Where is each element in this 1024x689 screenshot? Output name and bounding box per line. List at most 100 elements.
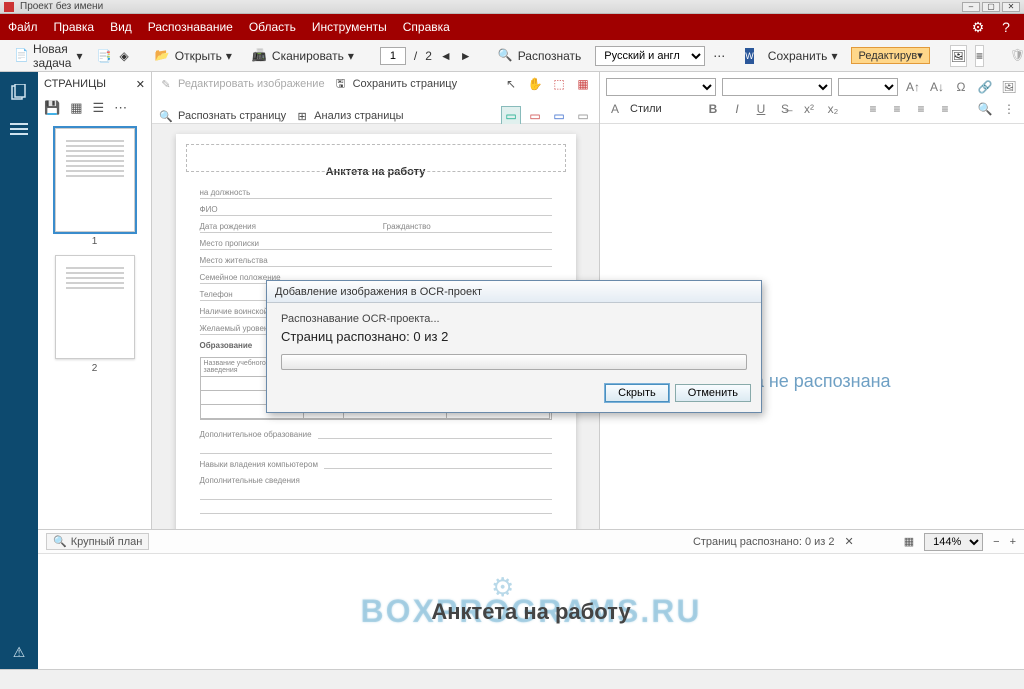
main-toolbar: 📄Новая задача▾ 📑 ◈ 📂Открыть▾ 📠Сканироват… xyxy=(0,40,1024,72)
recognize-label: Распознать xyxy=(518,49,582,63)
layers-icon[interactable]: ◈ xyxy=(120,48,129,64)
menu-area[interactable]: Область xyxy=(249,20,296,34)
preview-body[interactable]: ⚙ Анктета на работу BOXPROGRAMS.RU xyxy=(38,554,1024,669)
subscript-icon[interactable]: x₂ xyxy=(824,100,842,118)
menu-file[interactable]: Файл xyxy=(8,20,38,34)
section-edu: Образование xyxy=(200,341,253,350)
section-extra: Дополнительное образование xyxy=(200,430,312,439)
strike-icon[interactable]: S̶ xyxy=(776,100,794,118)
preview-zoom-select[interactable]: 144% xyxy=(924,533,983,551)
warning-icon[interactable]: ⚠ xyxy=(13,644,26,661)
font-style-select[interactable] xyxy=(722,78,832,96)
menu-help[interactable]: Справка xyxy=(403,20,450,34)
recognize-button[interactable]: 🔍Распознать xyxy=(492,46,588,66)
link-icon[interactable]: 🔗 xyxy=(976,78,994,96)
settings-icon[interactable]: ⚙ xyxy=(968,17,988,37)
align-center-icon[interactable]: ≡ xyxy=(888,100,906,118)
menu-tools[interactable]: Инструменты xyxy=(312,20,387,34)
font-family-select[interactable] xyxy=(606,78,716,96)
menu-edit[interactable]: Правка xyxy=(54,20,95,34)
dialog-cancel-button[interactable]: Отменить xyxy=(675,384,751,402)
menu-view[interactable]: Вид xyxy=(110,20,132,34)
image-insert-icon[interactable]: 🖼 xyxy=(1000,78,1018,96)
barcode-area-icon[interactable]: ▭ xyxy=(549,106,569,126)
field-phone: Телефон xyxy=(200,290,233,299)
field-birth: Дата рождения xyxy=(200,222,256,231)
edit-image-button[interactable]: ✎Редактировать изображение xyxy=(158,76,325,92)
pages-rail-icon[interactable] xyxy=(8,82,30,104)
close-button[interactable]: ✕ xyxy=(1002,2,1020,12)
open-button[interactable]: 📂Открыть▾ xyxy=(149,46,238,66)
font-grow-icon[interactable]: A↑ xyxy=(904,78,922,96)
maximize-button[interactable]: ▢ xyxy=(982,2,1000,12)
scan-button[interactable]: 📠Сканировать▾ xyxy=(246,46,360,66)
thumb-label-1: 1 xyxy=(46,236,143,247)
page-thumbnail-1[interactable] xyxy=(55,128,135,232)
save-button[interactable]: Сохранить▾ xyxy=(762,47,844,65)
status-close-icon[interactable]: ✕ xyxy=(845,535,854,548)
superscript-icon[interactable]: x² xyxy=(800,100,818,118)
font-shrink-icon[interactable]: A↓ xyxy=(928,78,946,96)
layout-text-button[interactable]: ≡ xyxy=(975,45,984,67)
styles-icon[interactable]: A xyxy=(606,100,624,118)
verify-button[interactable]: 🛡Проверка xyxy=(1004,46,1024,66)
scan-label: Сканировать xyxy=(272,49,344,63)
page-thumbnail-2[interactable] xyxy=(55,255,135,359)
italic-icon[interactable]: I xyxy=(728,100,746,118)
dialog-title: Добавление изображения в OCR-проект xyxy=(267,281,761,303)
text-more-icon[interactable]: ⋮ xyxy=(1000,100,1018,118)
font-size-select[interactable] xyxy=(838,78,898,96)
list-view-icon[interactable]: ☰ xyxy=(92,100,104,116)
closeup-button[interactable]: 🔍Крупный план xyxy=(46,533,149,550)
underline-icon[interactable]: U xyxy=(752,100,770,118)
preview-zoom-in-icon[interactable]: + xyxy=(1010,536,1016,548)
new-task-label: Новая задача xyxy=(33,42,73,70)
grid-view-icon[interactable]: ▦ xyxy=(70,100,82,116)
bold-icon[interactable]: B xyxy=(704,100,722,118)
edit-label: Редактирув xyxy=(858,50,917,62)
thumb-label-2: 2 xyxy=(46,363,143,374)
layout-image-button[interactable]: 🖼 xyxy=(950,45,967,67)
page-number-input[interactable] xyxy=(380,47,406,65)
analyze-page-button[interactable]: ⊞Анализ страницы xyxy=(294,108,403,124)
thumb-more-icon[interactable]: ⋯ xyxy=(114,100,127,116)
dialog-hide-button[interactable]: Скрыть xyxy=(605,384,669,402)
selection-box[interactable] xyxy=(186,144,566,172)
menu-recognize[interactable]: Распознавание xyxy=(148,20,233,34)
bottom-preview-panel: 🔍Крупный план Страниц распознано: 0 из 2… xyxy=(38,529,1024,669)
background-area-icon[interactable]: ▭ xyxy=(573,106,593,126)
omega-icon[interactable]: Ω xyxy=(952,78,970,96)
prev-page-icon[interactable]: ◄ xyxy=(440,48,452,64)
language-more-icon[interactable]: ⋯ xyxy=(713,48,725,64)
picture-area-icon[interactable]: ▭ xyxy=(525,106,545,126)
align-right-icon[interactable]: ≡ xyxy=(912,100,930,118)
search-text-icon[interactable]: 🔍 xyxy=(976,100,994,118)
progress-bar xyxy=(281,354,747,370)
align-left-icon[interactable]: ≡ xyxy=(864,100,882,118)
word-icon: W xyxy=(745,48,754,64)
recognize-page-button[interactable]: 🔍Распознать страницу xyxy=(158,108,286,124)
select-area-icon[interactable]: ⬚ xyxy=(549,74,569,94)
add-page-icon[interactable]: 📑 xyxy=(97,48,112,64)
new-task-button[interactable]: 📄Новая задача▾ xyxy=(8,40,89,72)
text-area-icon[interactable]: ▭ xyxy=(501,106,521,126)
page-total: 2 xyxy=(425,49,432,63)
help-icon[interactable]: ? xyxy=(996,17,1016,37)
edit-mode-button[interactable]: Редактирув▾ xyxy=(851,47,929,64)
closeup-label: Крупный план xyxy=(71,536,143,548)
minimize-button[interactable]: – xyxy=(962,2,980,12)
pages-panel-close-icon[interactable]: ✕ xyxy=(136,78,145,91)
save-thumb-icon[interactable]: 💾 xyxy=(44,100,60,116)
save-page-button[interactable]: 🖫Сохранить страницу xyxy=(333,76,458,92)
field-fio: ФИО xyxy=(200,205,218,214)
table-area-icon[interactable]: ▦ xyxy=(573,74,593,94)
field-addr: Место жительства xyxy=(200,256,268,265)
next-page-icon[interactable]: ► xyxy=(460,48,472,64)
list-rail-icon[interactable] xyxy=(8,118,30,140)
language-select[interactable]: Русский и англ xyxy=(595,46,705,66)
preview-zoom-out-icon[interactable]: − xyxy=(993,536,999,548)
pointer-tool-icon[interactable]: ↖ xyxy=(501,74,521,94)
align-justify-icon[interactable]: ≡ xyxy=(936,100,954,118)
hand-tool-icon[interactable]: ✋ xyxy=(525,74,545,94)
preview-grid-icon[interactable]: ▦ xyxy=(904,535,914,548)
